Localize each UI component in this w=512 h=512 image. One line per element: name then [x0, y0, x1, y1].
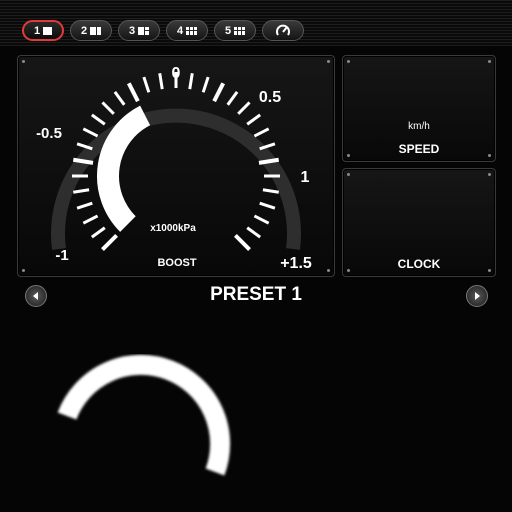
scale-label-min: -1: [55, 247, 68, 264]
minor-tick: [262, 188, 279, 194]
clock-panel[interactable]: CLOCK: [342, 168, 496, 277]
scale-label-neg-half: -0.5: [36, 125, 62, 142]
minor-tick: [188, 73, 194, 90]
minor-tick: [226, 90, 239, 106]
tab-label: 5: [224, 24, 232, 37]
boost-label: BOOST: [157, 257, 196, 269]
minor-tick: [113, 90, 126, 106]
arrow-right-icon: [475, 292, 480, 300]
boost-gauge-panel[interactable]: -1 -0.5 0 0.5 1 +1.5 x1000kPa BOOST: [17, 55, 335, 277]
three-panel-layout-icon: [138, 26, 150, 35]
scale-label-pos-half: 0.5: [259, 89, 281, 106]
clock-label: CLOCK: [397, 257, 441, 271]
tab-layout-4[interactable]: 4: [166, 20, 208, 41]
minor-tick: [246, 226, 262, 239]
speed-panel[interactable]: km/h SPEED: [342, 55, 496, 162]
tab-gauge-settings[interactable]: [262, 20, 304, 41]
minor-tick: [253, 127, 270, 138]
six-panel-layout-icon: [186, 26, 198, 35]
tab-layout-5[interactable]: 5: [214, 20, 256, 41]
minor-tick: [201, 76, 210, 93]
boost-unit: x1000kPa: [150, 223, 196, 234]
major-tick: [127, 82, 140, 103]
tab-label: 3: [128, 24, 136, 37]
minor-tick: [246, 113, 262, 126]
minor-tick: [253, 214, 270, 225]
minor-tick: [90, 226, 106, 239]
layout-tab-bar: 1 2 3 4 5: [22, 20, 304, 42]
loading-spinner: [57, 354, 231, 476]
minor-tick: [158, 73, 164, 90]
boost-gauge: -1 -0.5 0 0.5 1 +1.5 x1000kPa BOOST: [36, 65, 312, 272]
minor-tick: [90, 113, 106, 126]
boost-value-arc: [97, 105, 151, 232]
next-preset-button[interactable]: [466, 285, 488, 307]
major-tick: [233, 233, 251, 251]
single-layout-icon: [43, 26, 53, 35]
major-tick: [212, 82, 225, 103]
minor-tick: [82, 214, 99, 225]
gauge-icon: [276, 24, 290, 36]
tab-label: 2: [80, 24, 88, 37]
minor-tick: [82, 127, 99, 138]
minor-tick: [142, 76, 151, 93]
scale-label-max: +1.5: [280, 255, 312, 272]
minor-tick: [73, 188, 90, 194]
tab-layout-1[interactable]: 1: [22, 20, 64, 41]
tab-label: 4: [176, 24, 184, 37]
grid-layout-icon: [234, 26, 246, 35]
tab-layout-3[interactable]: 3: [118, 20, 160, 41]
scale-label-zero: 0: [172, 65, 181, 82]
speed-unit: km/h: [408, 121, 430, 132]
speed-label: SPEED: [398, 142, 440, 156]
minor-tick: [237, 101, 251, 115]
preset-title: PRESET 1: [210, 284, 302, 305]
two-panel-layout-icon: [90, 26, 102, 35]
minor-tick: [259, 201, 276, 210]
tab-label: 1: [33, 24, 41, 37]
scale-label-one: 1: [301, 169, 310, 186]
minor-tick: [101, 101, 115, 115]
tab-layout-2[interactable]: 2: [70, 20, 112, 41]
minor-tick: [76, 201, 93, 210]
major-tick: [101, 233, 119, 251]
